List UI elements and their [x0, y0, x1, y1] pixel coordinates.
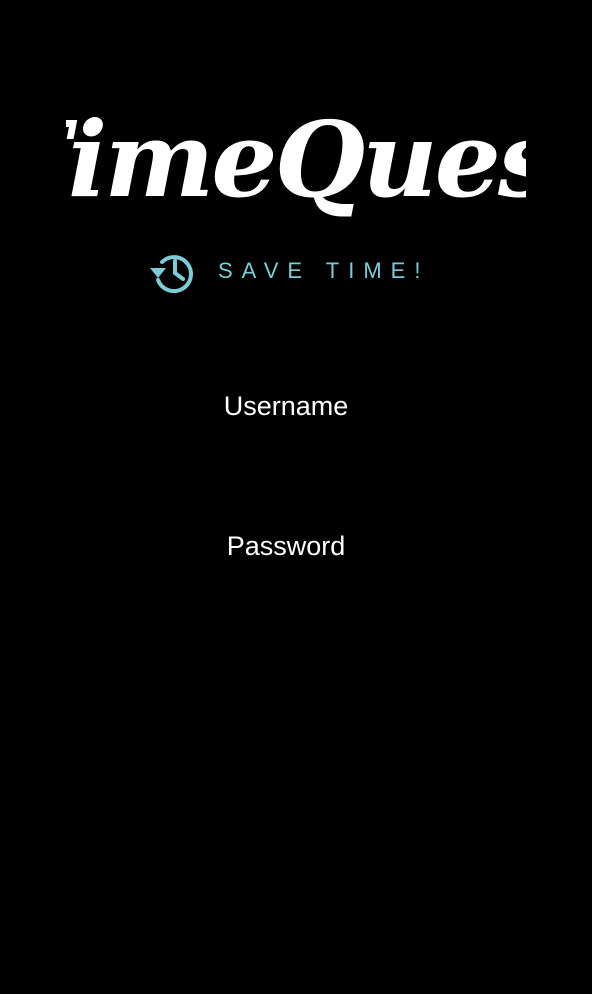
history-icon — [150, 255, 193, 294]
username-field[interactable] — [146, 384, 426, 428]
password-field[interactable] — [146, 524, 426, 568]
logo-wordmark: TimeQuest — [66, 98, 526, 218]
login-screen: TimeQuest SAVE TIME! — [0, 0, 592, 994]
app-logo: TimeQuest — [0, 88, 592, 218]
tagline: SAVE TIME! — [148, 248, 429, 294]
tagline-text: SAVE TIME! — [218, 258, 430, 283]
logo-text: TimeQuest — [66, 98, 526, 218]
